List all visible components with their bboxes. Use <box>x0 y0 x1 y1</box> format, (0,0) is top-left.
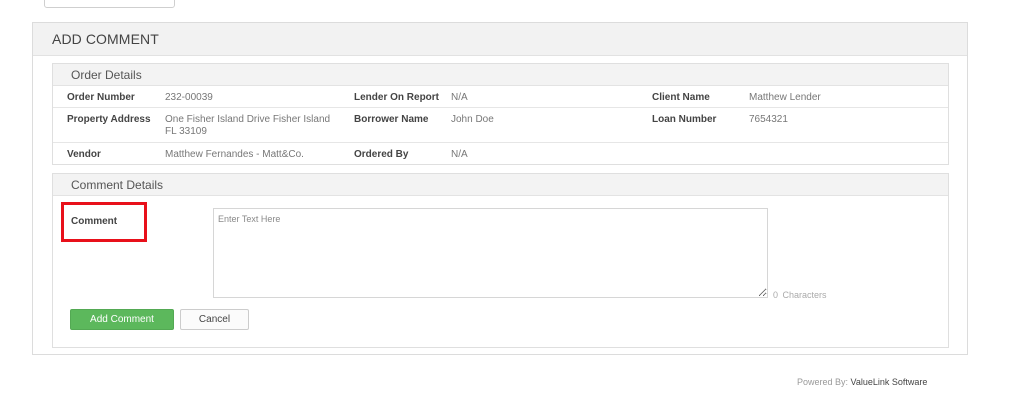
order-details-section: Order Details Order Number 232-00039 Len… <box>52 63 949 165</box>
comment-label: Comment <box>71 216 118 227</box>
order-details-heading: Order Details <box>53 64 948 86</box>
order-details-row: Vendor Matthew Fernandes - Matt&Co. Orde… <box>53 143 948 164</box>
vendor-value: Matthew Fernandes - Matt&Co. <box>165 149 304 160</box>
char-count-value: 0 <box>773 290 779 300</box>
order-details-row: Property Address One Fisher Island Drive… <box>53 108 948 143</box>
order-number-label: Order Number <box>67 92 135 103</box>
property-address-label: Property Address <box>67 114 151 125</box>
add-comment-panel: ADD COMMENT Order Details Order Number 2… <box>32 22 968 355</box>
ordered-by-label: Ordered By <box>354 149 409 160</box>
add-comment-button[interactable]: Add Comment <box>70 309 174 330</box>
ordered-by-value: N/A <box>451 149 468 160</box>
loan-number-label: Loan Number <box>652 114 717 125</box>
comment-textarea[interactable] <box>213 208 768 298</box>
vendor-label: Vendor <box>67 149 101 160</box>
cancel-button[interactable]: Cancel <box>180 309 249 330</box>
character-counter: 0 Characters <box>771 290 827 300</box>
footer-brand: ValueLink Software <box>850 377 928 387</box>
powered-by-footer: Powered By: ValueLink Software <box>797 377 927 387</box>
order-details-row: Order Number 232-00039 Lender On Report … <box>53 86 948 108</box>
client-name-value: Matthew Lender <box>749 92 821 103</box>
top-button-stub[interactable] <box>44 0 175 8</box>
panel-header: ADD COMMENT <box>33 23 967 56</box>
comment-details-heading: Comment Details <box>53 174 948 196</box>
footer-prefix: Powered By: <box>797 377 849 387</box>
panel-title: ADD COMMENT <box>52 31 159 47</box>
borrower-name-label: Borrower Name <box>354 114 429 125</box>
client-name-label: Client Name <box>652 92 710 103</box>
lender-on-report-value: N/A <box>451 92 468 103</box>
comment-details-section: Comment Details Comment 0 Characters Add… <box>52 173 949 348</box>
loan-number-value: 7654321 <box>749 114 788 125</box>
borrower-name-value: John Doe <box>451 114 494 125</box>
lender-on-report-label: Lender On Report <box>354 92 440 103</box>
order-number-value: 232-00039 <box>165 92 213 103</box>
property-address-value: One Fisher Island Drive Fisher Island FL… <box>165 114 331 137</box>
char-count-suffix: Characters <box>782 290 827 300</box>
